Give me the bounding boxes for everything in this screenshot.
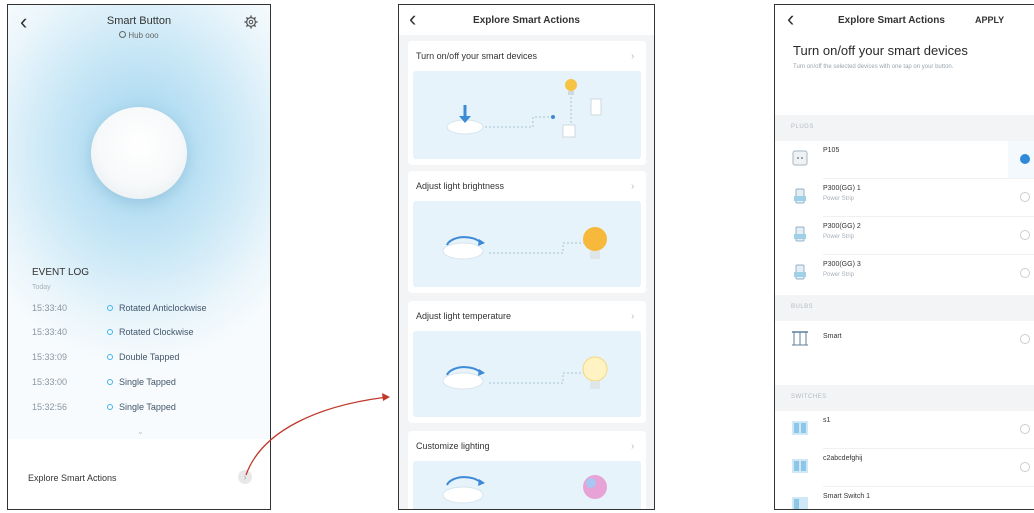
smart-button-image [91, 107, 187, 199]
radio-unchecked[interactable] [1020, 192, 1030, 202]
device-row[interactable]: s1 [775, 411, 1034, 449]
radio-unchecked[interactable] [1020, 462, 1030, 472]
section-description: Turn on/off the selected devices with on… [793, 64, 954, 70]
action-card-temperature[interactable]: Adjust light temperature › [408, 301, 646, 423]
card-title: Adjust light temperature [416, 311, 512, 321]
chevron-right-icon: › [631, 441, 635, 452]
radio-unchecked[interactable] [1020, 334, 1030, 344]
device-name: P300(GG) 1 [823, 185, 861, 192]
illustration-temperature [413, 331, 641, 417]
hub-icon [119, 31, 127, 38]
device-name: Smart [823, 333, 842, 340]
apply-button[interactable]: APPLY [975, 15, 1004, 25]
event-row: 15:33:40 Rotated Anticlockwise [32, 303, 262, 317]
event-text: Single Tapped [119, 402, 176, 412]
device-row[interactable]: c2abcdefghij [775, 449, 1034, 487]
event-time: 15:33:40 [32, 327, 68, 337]
power-strip-icon [794, 188, 806, 204]
page-title: Smart Button [106, 15, 172, 27]
illustration-brightness-art [442, 227, 607, 260]
action-card-turn-on-off[interactable]: Turn on/off your smart devices › [408, 41, 646, 165]
event-text: Single Tapped [119, 377, 176, 387]
device-name: P300(GG) 2 [823, 223, 861, 230]
radio-unchecked[interactable] [1020, 424, 1030, 434]
illustration-temperature-art [442, 356, 608, 390]
back-chevron-icon[interactable]: ‹ [787, 8, 794, 30]
illustration-brightness [413, 201, 641, 287]
event-time: 15:33:09 [32, 352, 68, 362]
device-row[interactable]: Smart Switch 1 [775, 487, 1034, 509]
radio-unchecked[interactable] [1020, 230, 1030, 240]
chevron-right-icon: › [631, 181, 635, 192]
card-title: Adjust light brightness [416, 181, 505, 191]
illustration-customize-art [442, 475, 607, 504]
smart-button-screen: ‹ Smart Button Hub ooo EVENT LOG Today 1… [7, 4, 271, 510]
power-strip-icon [794, 264, 806, 280]
device-type: Power Strip [823, 196, 855, 202]
device-name: Smart Switch 1 [823, 493, 871, 500]
chevron-right-icon: › [631, 311, 635, 322]
gear-icon[interactable] [244, 15, 258, 29]
illustration-devices [413, 71, 641, 159]
device-name: c2abcdefghij [823, 455, 863, 462]
device-row[interactable]: P300(GG) 1 Power Strip [775, 179, 1034, 217]
explore-smart-actions-screen: ‹ Explore Smart Actions Turn on/off your… [398, 4, 655, 510]
device-type: Power Strip [823, 272, 855, 278]
event-row: 15:33:09 Double Tapped [32, 352, 262, 366]
device-row[interactable]: P105 [775, 141, 1034, 179]
event-time: 15:32:56 [32, 402, 68, 412]
event-row: 15:32:56 Single Tapped [32, 402, 262, 416]
event-dot-icon [107, 379, 113, 385]
page-title: Explore Smart Actions [838, 15, 945, 26]
event-text: Rotated Clockwise [119, 327, 194, 337]
device-row[interactable]: P300(GG) 3 Power Strip [775, 255, 1034, 293]
event-dot-icon [107, 354, 113, 360]
radio-unchecked[interactable] [1020, 268, 1030, 278]
section-header-bulbs: BULBS [775, 295, 1034, 321]
action-card-customize[interactable]: Customize lighting › [408, 431, 646, 509]
today-label: Today [32, 284, 51, 291]
power-strip-icon [794, 226, 806, 242]
illustration-customize [413, 461, 641, 509]
chevron-right-icon[interactable]: › [238, 470, 252, 484]
chevron-right-icon: › [631, 51, 635, 62]
event-time: 15:33:00 [32, 377, 68, 387]
event-time: 15:33:40 [32, 303, 68, 313]
event-dot-icon [107, 329, 113, 335]
event-text: Rotated Anticlockwise [119, 303, 207, 313]
device-row[interactable]: Smart [775, 321, 1034, 359]
page-title: Explore Smart Actions [473, 15, 580, 26]
action-card-brightness[interactable]: Adjust light brightness › [408, 171, 646, 293]
expand-chevron-icon[interactable]: ⌄ [137, 427, 144, 436]
switch-icon [792, 459, 808, 473]
section-header-switches: SWITCHES [775, 385, 1034, 411]
device-name: P300(GG) 3 [823, 261, 861, 268]
explore-smart-actions-row[interactable]: Explore Smart Actions › [8, 439, 270, 509]
event-row: 15:33:00 Single Tapped [32, 377, 262, 391]
explore-label: Explore Smart Actions [28, 473, 117, 483]
device-type: Power Strip [823, 234, 855, 240]
header: ‹ Explore Smart Actions [399, 5, 654, 35]
section-heading: Turn on/off your smart devices [793, 43, 968, 58]
hub-label: Hub ooo [8, 31, 270, 40]
bulb-strip-icon [792, 331, 808, 346]
card-title: Customize lighting [416, 441, 490, 451]
switch-icon [792, 421, 808, 435]
device-name: s1 [823, 417, 831, 424]
plug-icon [792, 150, 808, 166]
turn-on-off-devices-screen: ‹ Explore Smart Actions APPLY Turn on/of… [774, 4, 1034, 510]
event-log-heading: EVENT LOG [32, 267, 90, 278]
event-text: Double Tapped [119, 352, 180, 362]
section-header-plugs: PLUGS [775, 115, 1034, 141]
switch-icon [792, 497, 808, 509]
event-row: 15:33:40 Rotated Clockwise [32, 327, 262, 341]
device-name: P105 [823, 147, 840, 154]
illustration-devices-art [446, 79, 602, 138]
event-dot-icon [107, 404, 113, 410]
radio-checked[interactable] [1020, 154, 1030, 164]
event-dot-icon [107, 305, 113, 311]
card-title: Turn on/off your smart devices [416, 51, 538, 61]
device-row[interactable]: P300(GG) 2 Power Strip [775, 217, 1034, 255]
